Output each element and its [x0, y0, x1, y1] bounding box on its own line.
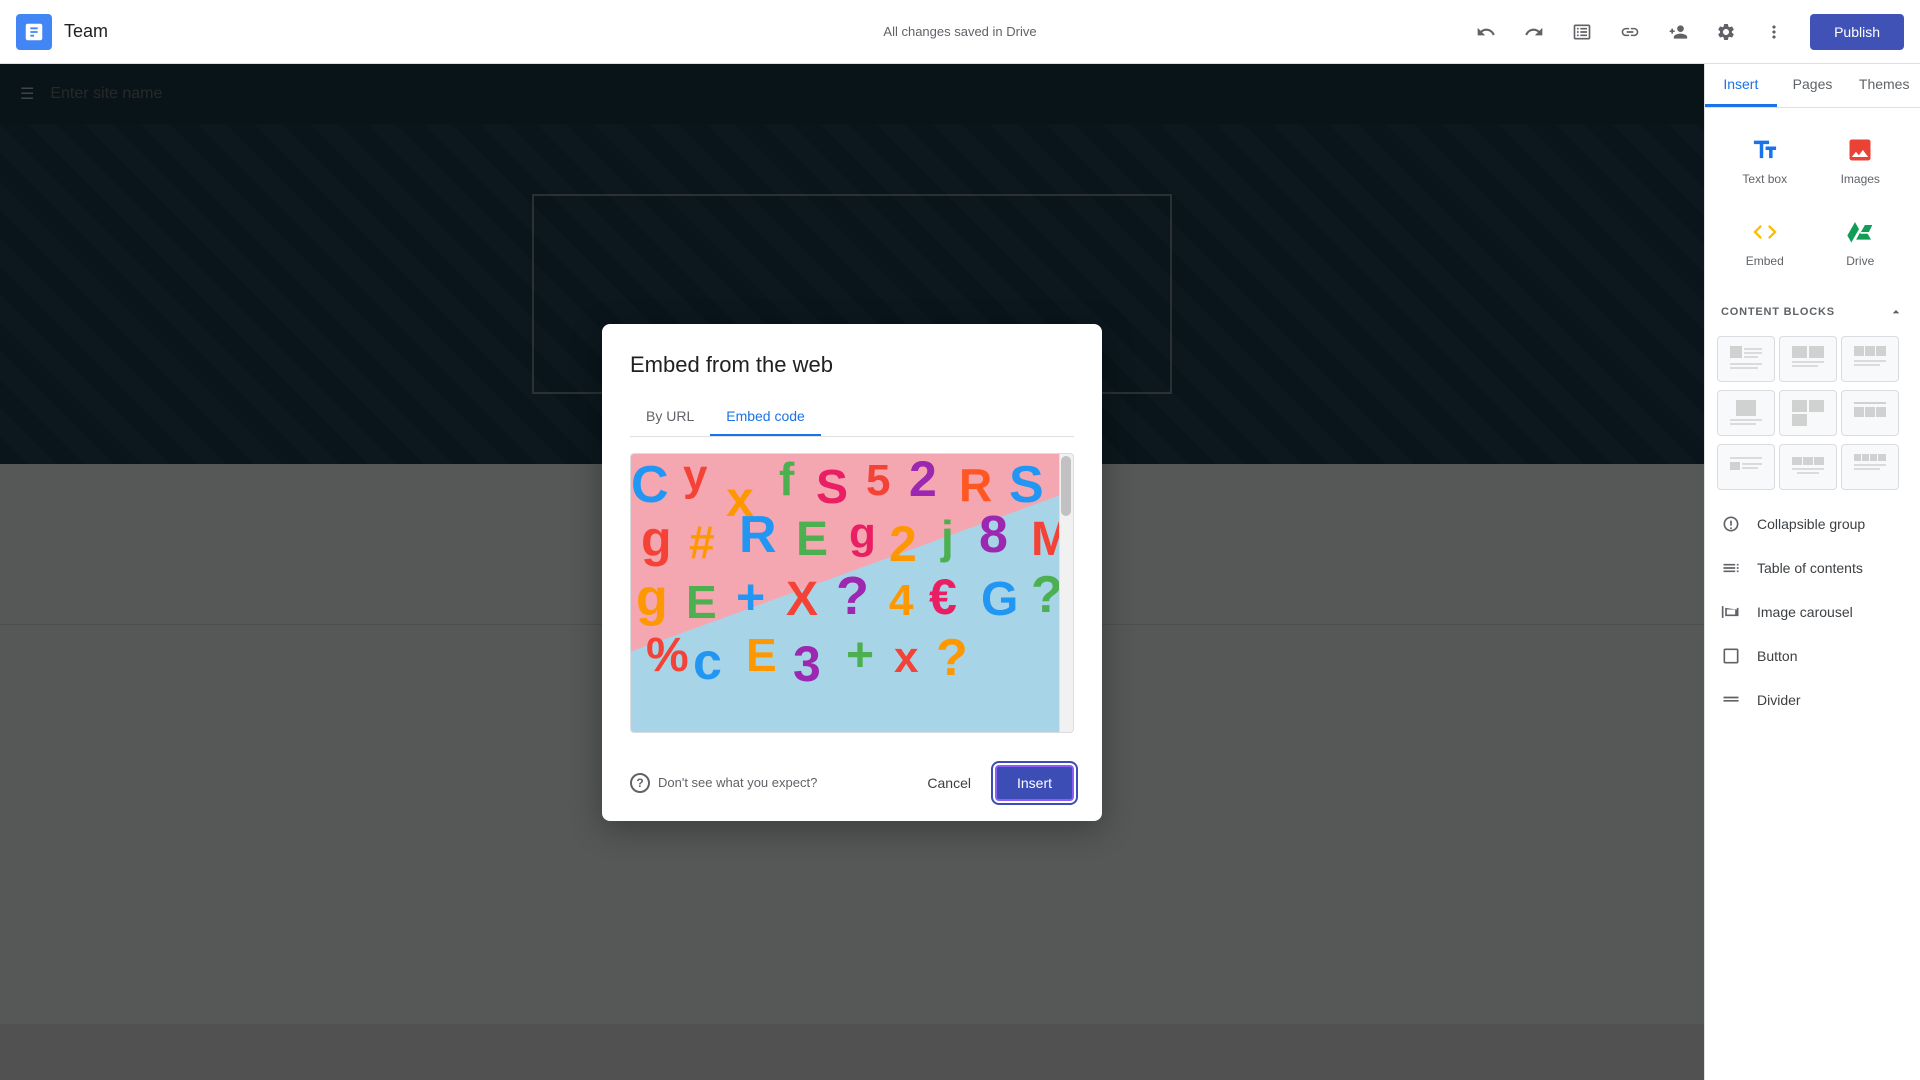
preview-button[interactable] — [1562, 12, 1602, 52]
modal-body: C y x f S 5 2 R S 3 g # R — [602, 437, 1102, 753]
modal-overlay: Embed from the web By URL Embed code C y… — [0, 64, 1704, 1080]
modal-title: Embed from the web — [630, 352, 1074, 378]
modal-actions: Cancel Insert — [911, 765, 1074, 801]
modal-tabs: By URL Embed code — [630, 398, 1074, 437]
divider-label: Divider — [1757, 692, 1801, 708]
block-thumb-4[interactable] — [1717, 390, 1775, 436]
sidebar-tabs: Insert Pages Themes — [1705, 64, 1920, 108]
block-thumb-6[interactable] — [1841, 390, 1899, 436]
scrollbar-thumb[interactable] — [1061, 456, 1071, 516]
content-blocks-header: CONTENT BLOCKS — [1705, 296, 1920, 328]
embed-icon — [1751, 218, 1779, 246]
block-thumb-8[interactable] — [1779, 444, 1837, 490]
canvas-area: ☰ Trivia is one of the m... knowledge, f… — [0, 64, 1704, 1080]
redo-button[interactable] — [1514, 12, 1554, 52]
scrollbar-track — [1059, 454, 1073, 732]
sidebar-item-collapsible[interactable]: Collapsible group — [1705, 502, 1920, 546]
tab-embed-code[interactable]: Embed code — [710, 398, 821, 436]
topbar: Team All changes saved in Drive Publish — [0, 0, 1920, 64]
right-sidebar: Insert Pages Themes Text box Images — [1704, 64, 1920, 1080]
tab-pages[interactable]: Pages — [1777, 64, 1849, 107]
modal-footer: ? Don't see what you expect? Cancel Inse… — [602, 753, 1102, 821]
block-thumb-7[interactable] — [1717, 444, 1775, 490]
help-link[interactable]: ? Don't see what you expect? — [630, 773, 817, 793]
drive-icon — [1846, 218, 1874, 246]
sidebar-item-button[interactable]: Button — [1705, 634, 1920, 678]
embed-label: Embed — [1746, 254, 1784, 268]
block-row-2 — [1717, 390, 1908, 436]
publish-button[interactable]: Publish — [1810, 14, 1904, 50]
carousel-icon — [1721, 602, 1741, 622]
block-thumb-3[interactable] — [1841, 336, 1899, 382]
collapsible-icon — [1721, 514, 1741, 534]
sidebar-item-divider[interactable]: Divider — [1705, 678, 1920, 722]
link-button[interactable] — [1610, 12, 1650, 52]
collapsible-label: Collapsible group — [1757, 516, 1865, 532]
embed-modal: Embed from the web By URL Embed code C y… — [602, 324, 1102, 821]
button-icon — [1721, 646, 1741, 666]
block-thumb-5[interactable] — [1779, 390, 1837, 436]
insert-drive[interactable]: Drive — [1813, 202, 1909, 284]
sidebar-item-carousel[interactable]: Image carousel — [1705, 590, 1920, 634]
block-thumb-9[interactable] — [1841, 444, 1899, 490]
insert-button[interactable]: Insert — [995, 765, 1074, 801]
insert-text-box[interactable]: Text box — [1717, 120, 1813, 202]
images-label: Images — [1841, 172, 1880, 186]
divider-icon — [1721, 690, 1741, 710]
block-thumb-1[interactable] — [1717, 336, 1775, 382]
app-logo — [16, 14, 52, 50]
preview-image: C y x f S 5 2 R S 3 g # R — [631, 454, 1073, 732]
cancel-button[interactable]: Cancel — [911, 767, 987, 799]
text-box-icon — [1751, 136, 1779, 164]
carousel-label: Image carousel — [1757, 604, 1853, 620]
preview-container: C y x f S 5 2 R S 3 g # R — [630, 453, 1074, 733]
save-status: All changes saved in Drive — [883, 24, 1036, 39]
main-layout: ☰ Trivia is one of the m... knowledge, f… — [0, 64, 1920, 1080]
app-title: Team — [64, 21, 108, 42]
insert-images[interactable]: Images — [1813, 120, 1909, 202]
topbar-actions: Publish — [1466, 12, 1904, 52]
toc-icon — [1721, 558, 1741, 578]
undo-button[interactable] — [1466, 12, 1506, 52]
sidebar-item-toc[interactable]: Table of contents — [1705, 546, 1920, 590]
text-box-label: Text box — [1742, 172, 1787, 186]
block-thumb-2[interactable] — [1779, 336, 1837, 382]
insert-grid: Text box Images Embed Driv — [1705, 108, 1920, 296]
toc-label: Table of contents — [1757, 560, 1863, 576]
more-button[interactable] — [1754, 12, 1794, 52]
collapse-icon[interactable] — [1888, 304, 1904, 320]
tab-insert[interactable]: Insert — [1705, 64, 1777, 107]
block-row-3 — [1717, 444, 1908, 490]
help-icon: ? — [630, 773, 650, 793]
help-text: Don't see what you expect? — [658, 775, 817, 790]
content-blocks-grid — [1705, 328, 1920, 502]
images-icon — [1846, 136, 1874, 164]
block-row-1 — [1717, 336, 1908, 382]
drive-label: Drive — [1846, 254, 1874, 268]
insert-embed[interactable]: Embed — [1717, 202, 1813, 284]
tab-themes[interactable]: Themes — [1848, 64, 1920, 107]
button-label: Button — [1757, 648, 1797, 664]
content-blocks-label: CONTENT BLOCKS — [1721, 306, 1835, 318]
modal-header: Embed from the web By URL Embed code — [602, 324, 1102, 437]
tab-by-url[interactable]: By URL — [630, 398, 710, 436]
settings-button[interactable] — [1706, 12, 1746, 52]
share-button[interactable] — [1658, 12, 1698, 52]
